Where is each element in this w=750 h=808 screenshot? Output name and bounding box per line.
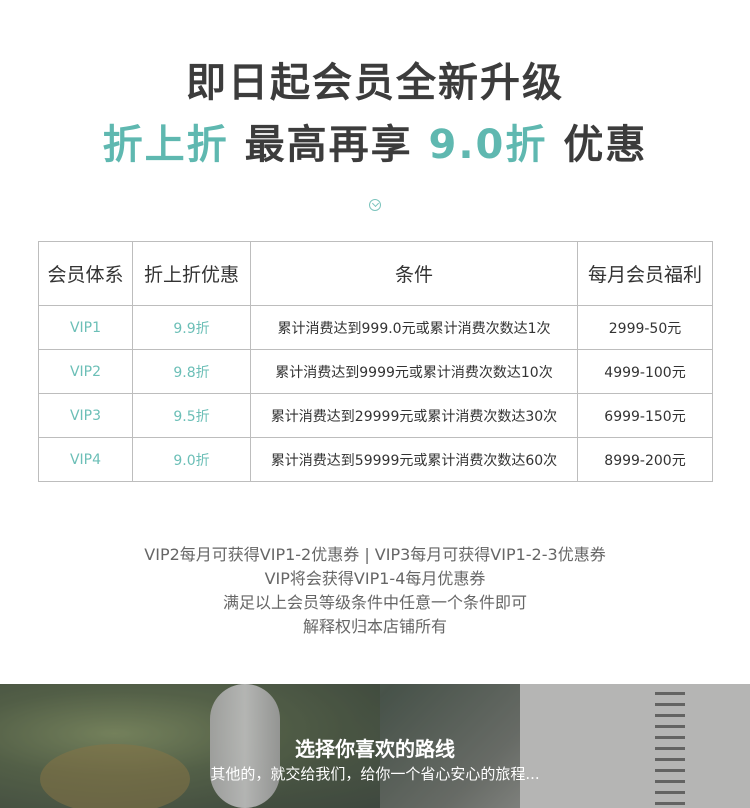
vip-condition: 累计消费达到999.0元或累计消费次数达1次 xyxy=(250,305,578,350)
vip-discount: 9.0折 xyxy=(132,437,251,482)
table-header-row: 会员体系 折上折优惠 条件 每月会员福利 xyxy=(38,241,713,306)
header-condition: 条件 xyxy=(250,241,578,306)
headline-discount: 9.0折 xyxy=(428,122,548,168)
table-row: VIP1 9.9折 累计消费达到999.0元或累计消费次数达1次 2999-50… xyxy=(38,305,713,350)
vip-level: VIP1 xyxy=(38,305,133,350)
header-discount: 折上折优惠 xyxy=(132,241,251,306)
note-line: 解释权归本店铺所有 xyxy=(302,617,447,636)
headline-youhui: 优惠 xyxy=(547,122,648,168)
banner-title: 选择你喜欢的路线 xyxy=(295,737,455,761)
note-line: 满足以上会员等级条件中任意一个条件即可 xyxy=(222,593,527,612)
vip-level: VIP4 xyxy=(38,437,133,482)
vip-condition: 累计消费达到59999元或累计消费次数达60次 xyxy=(250,437,578,482)
vip-discount: 9.9折 xyxy=(132,305,251,350)
banner-subtitle: 其他的，就交给我们，给你一个省心安心的旅程... xyxy=(210,765,540,783)
vip-level: VIP2 xyxy=(38,349,133,394)
table-row: VIP3 9.5折 累计消费达到29999元或累计消费次数达30次 6999-1… xyxy=(38,393,713,438)
headline-max: 最高再享 xyxy=(228,122,429,168)
vip-discount: 9.5折 xyxy=(132,393,251,438)
headline-zheshangzhe: 折上折 xyxy=(102,122,229,168)
headline-line2: 折上折 最高再享 9.0折 优惠 xyxy=(0,112,750,170)
table-row: VIP2 9.8折 累计消费达到9999元或累计消费次数达10次 4999-10… xyxy=(38,349,713,394)
vip-benefit: 4999-100元 xyxy=(577,349,713,394)
header-level: 会员体系 xyxy=(38,241,133,306)
vip-table: 会员体系 折上折优惠 条件 每月会员福利 VIP1 9.9折 累计消费达到999… xyxy=(38,241,713,482)
vip-discount: 9.8折 xyxy=(132,349,251,394)
note-line: VIP2每月可获得VIP1-2优惠券 | VIP3每月可获得VIP1-2-3优惠… xyxy=(144,545,606,564)
headline-line1: 即日起会员全新升级 xyxy=(186,60,564,106)
vip-level: VIP3 xyxy=(38,393,133,438)
vip-benefit: 6999-150元 xyxy=(577,393,713,438)
vip-benefit: 2999-50元 xyxy=(577,305,713,350)
vip-condition: 累计消费达到9999元或累计消费次数达10次 xyxy=(250,349,578,394)
note-line: VIP将会获得VIP1-4每月优惠券 xyxy=(264,569,486,588)
header-benefit: 每月会员福利 xyxy=(577,241,713,306)
table-row: VIP4 9.0折 累计消费达到59999元或累计消费次数达60次 8999-2… xyxy=(38,437,713,482)
travel-banner[interactable]: 选择你喜欢的路线 其他的，就交给我们，给你一个省心安心的旅程... xyxy=(0,684,750,808)
vip-benefit: 8999-200元 xyxy=(577,437,713,482)
chevron-down-icon xyxy=(369,199,381,211)
terms-notes: VIP2每月可获得VIP1-2优惠券 | VIP3每月可获得VIP1-2-3优惠… xyxy=(0,543,750,639)
vip-condition: 累计消费达到29999元或累计消费次数达30次 xyxy=(250,393,578,438)
